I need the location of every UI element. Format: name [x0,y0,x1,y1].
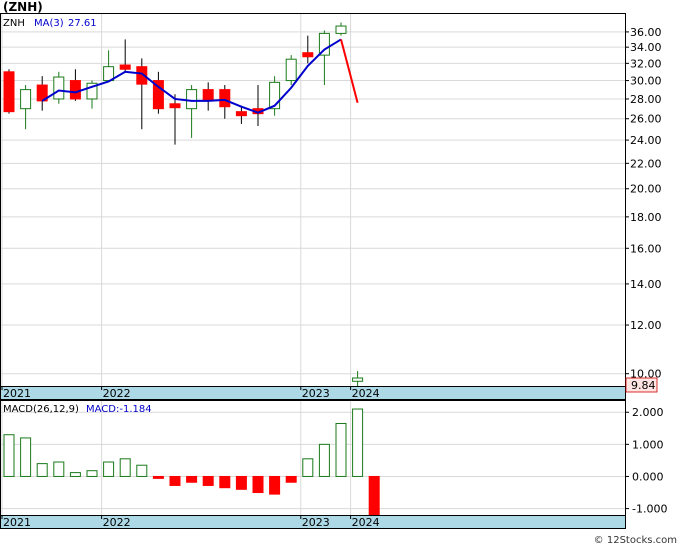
macd-bar [136,464,148,477]
macd-bar [285,475,297,483]
price-tick-label: 22.00 [630,157,662,170]
macd-bar [119,458,131,477]
macd-bar [318,443,330,477]
macd-bar [352,408,364,477]
legend-symbol: ZNH [3,18,25,29]
price-tick-label: 20.00 [630,183,662,196]
macd-label: MACD(26,12,9) [3,404,79,415]
macd-tick-label: 0.000 [632,470,664,483]
candle-body [352,377,364,382]
macd-bar [20,437,32,477]
candle-body [219,89,231,108]
candle-body [335,25,347,34]
price-tick-label: 28.00 [630,93,662,106]
macd-bar [169,475,181,486]
macd-bar [302,458,314,477]
candle-body [3,71,15,113]
price-tick-label: 32.00 [630,57,662,70]
price-tick-label: 34.00 [630,41,662,54]
candle-body [235,111,247,117]
candle-body [20,89,32,110]
macd-bar [69,472,81,477]
macd-bar [103,461,115,477]
watermark: © 12Stocks.com [594,535,677,546]
macd-bar [368,475,380,515]
price-tick-label: 14.00 [630,278,662,291]
macd-bar [86,470,98,477]
candle-body [302,52,314,58]
date-label: 2021 [3,387,31,400]
date-label: 2024 [352,387,380,400]
price-tick-label: 36.00 [630,26,662,39]
price-tick-label: 24.00 [630,134,662,147]
macd-bar [219,475,231,489]
date-label: 2021 [3,516,31,529]
macd-value-label: MACD:-1.184 [86,404,152,415]
price-tick-label: 26.00 [630,113,662,126]
symbol-title: (ZNH) [3,0,43,14]
price-panel-frame [0,13,626,387]
candle-body [202,89,214,102]
date-label: 2023 [302,516,330,529]
macd-panel-frame [0,400,626,516]
date-label: 2023 [302,387,330,400]
price-axis-ticks: 36.00 34.00 32.00 30.00 28.00 26.00 24.00 22.00… [625,26,662,381]
date-label: 2022 [103,516,131,529]
last-price-label: 9.84 [631,379,656,392]
price-tick-label: 30.00 [630,75,662,88]
macd-bar [36,463,48,477]
macd-bar [186,475,198,483]
macd-bar [53,461,65,477]
candle-body [53,76,65,100]
candle-body [285,58,297,82]
macd-bar [235,475,247,490]
candle-body [119,64,131,70]
date-label: 2022 [103,387,131,400]
legend-ma-value: 27.61 [68,18,97,29]
macd-axis-ticks: 2.000 1.000 0.000 -1.000 [625,406,667,516]
price-tick-label: 16.00 [630,242,662,255]
macd-bar [269,475,281,495]
macd-bar [335,422,347,477]
macd-bar [3,434,15,477]
macd-tick-label: 1.000 [632,438,664,451]
candle-body [169,103,181,109]
macd-bar [152,475,164,479]
macd-tick-label: 2.000 [632,406,664,419]
macd-bar [202,475,214,486]
candle-body [186,89,198,110]
macd-bar [252,475,264,494]
date-label: 2024 [352,516,380,529]
macd-tick-label: -1.000 [632,503,667,516]
price-tick-label: 18.00 [630,211,662,224]
stock-chart: 36.00 34.00 32.00 30.00 28.00 26.00 24.00 22.00… [0,0,677,546]
legend-ma-label: MA(3) [34,18,64,29]
price-tick-label: 12.00 [630,319,662,332]
candle-body [69,80,81,100]
